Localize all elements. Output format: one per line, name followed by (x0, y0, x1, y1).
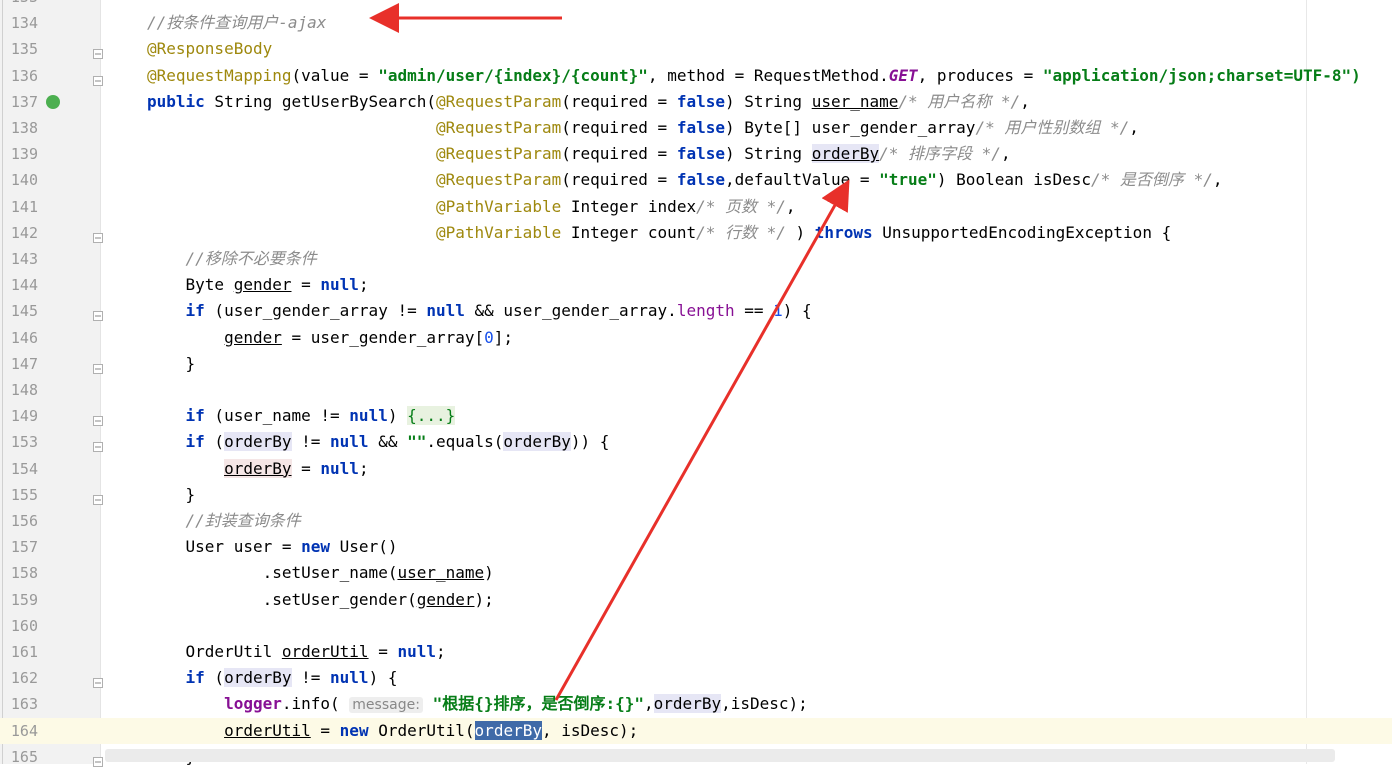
arrow-to-default-value (556, 182, 848, 700)
annotation-arrows (0, 0, 1392, 764)
